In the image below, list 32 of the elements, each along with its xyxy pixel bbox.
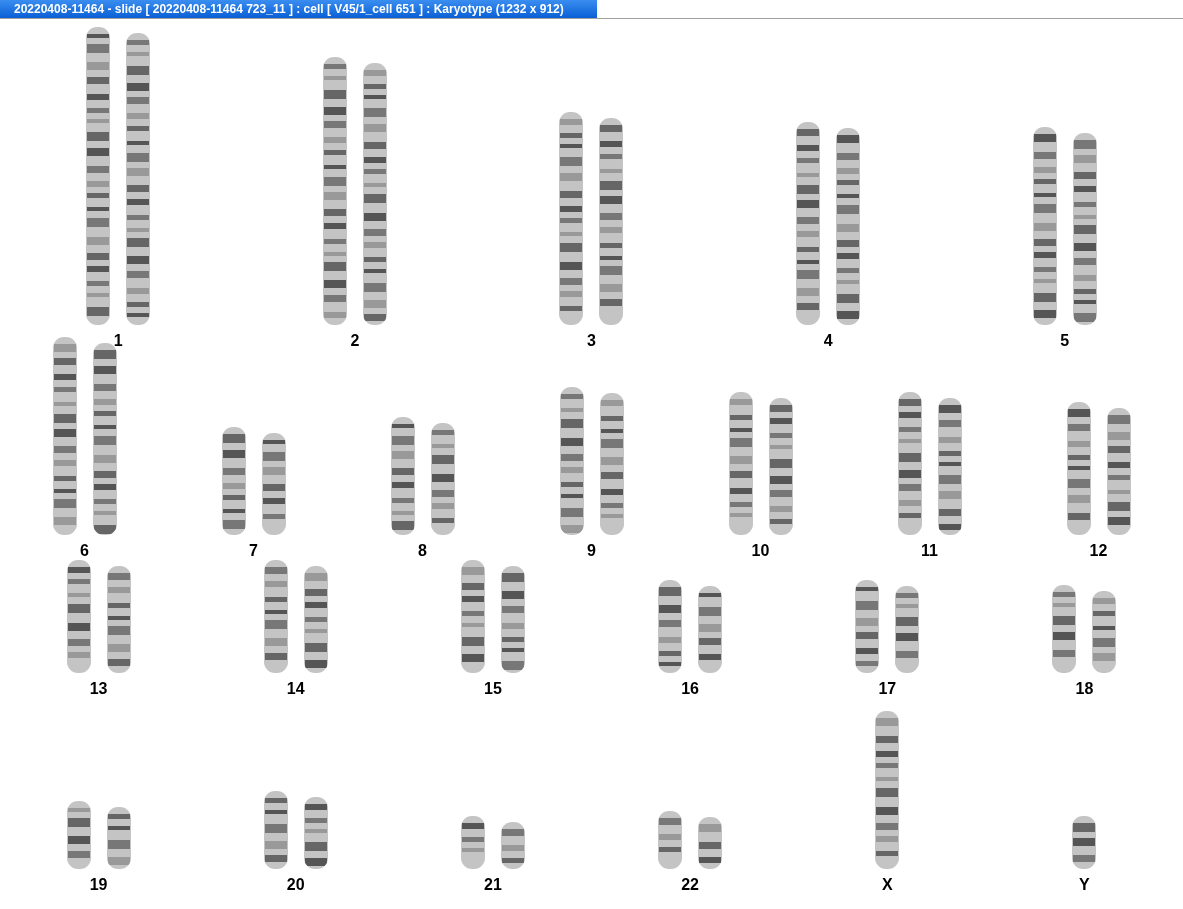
- chromosome-number: 13: [89, 680, 108, 698]
- chromosome-number: 16: [681, 680, 699, 698]
- chromosome-number: 12: [1089, 542, 1108, 560]
- chromosome-number: 2: [350, 332, 360, 350]
- chromosome-drawing: [499, 821, 526, 870]
- window-title: 20220408-11464 - slide [ 20220408-11464 723_11 ] : cell [ V45/1_cell 651 ] : Karyotype (1232 x 912): [0, 0, 597, 18]
- chromosome-number: 1: [113, 332, 123, 350]
- chromosome-number: 9: [587, 542, 596, 560]
- chromosome-number: 11: [921, 542, 938, 560]
- chromosome-number: 3: [587, 332, 596, 350]
- chromosome-number: 19: [89, 876, 108, 894]
- chromosome-number: 7: [249, 542, 258, 560]
- chromosome-drawing: [1071, 815, 1098, 870]
- chromosome-number: 5: [1060, 332, 1070, 350]
- chromosome-number: 17: [878, 680, 897, 698]
- chromosome-drawing: [697, 816, 724, 870]
- chromosome-number: 10: [751, 542, 770, 560]
- chromosome-number: 15: [484, 680, 502, 698]
- chromosome-drawing: [105, 806, 132, 870]
- chromosome-number: Y: [1079, 876, 1090, 894]
- chromosome-number: 20: [286, 876, 305, 894]
- chromosome-drawing: [65, 800, 92, 870]
- chromosome-number: 8: [418, 542, 427, 560]
- chromosome-number: 18: [1075, 680, 1094, 698]
- chromosome-number: 4: [823, 332, 833, 350]
- chromosome-number: X: [881, 876, 893, 894]
- chromosome-drawing: [657, 810, 684, 870]
- chromosome-number: 21: [484, 876, 502, 894]
- chromosome-drawing: [459, 815, 486, 870]
- chromosome-number: 14: [286, 680, 305, 698]
- chromosome-number: 6: [80, 542, 89, 560]
- chromosome-number: 22: [681, 876, 699, 894]
